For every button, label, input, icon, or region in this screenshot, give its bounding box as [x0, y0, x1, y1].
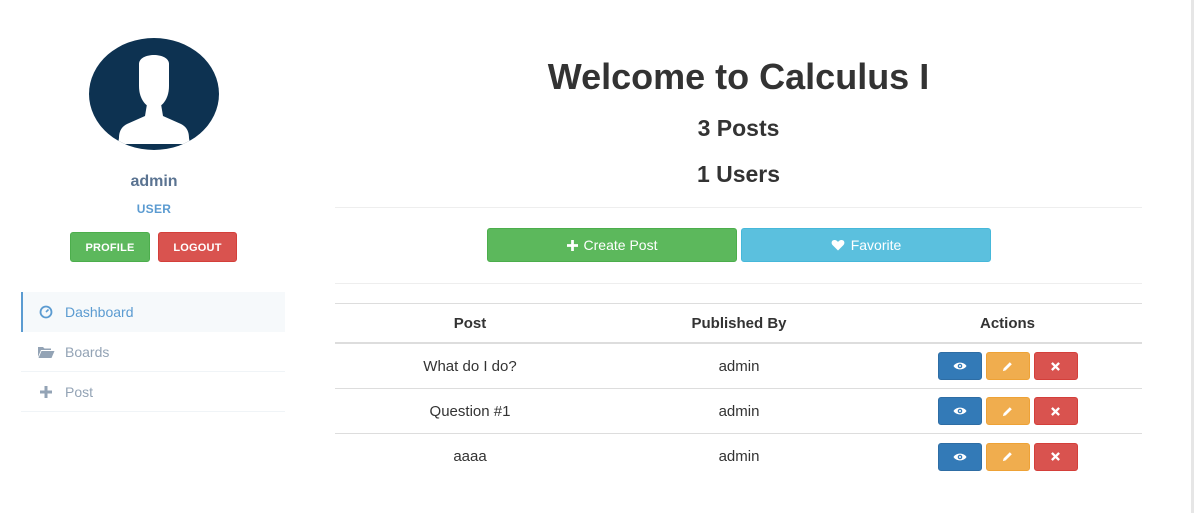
view-button[interactable] [937, 397, 982, 425]
post-title: Question #1 [429, 402, 511, 420]
edit-button[interactable] [985, 352, 1030, 380]
eye-icon [953, 453, 966, 460]
table-row: What do I do? admin [335, 344, 1142, 389]
divider [335, 283, 1142, 284]
row-actions [873, 344, 1142, 388]
create-post-button[interactable]: Create Post [487, 228, 737, 262]
post-title: aaaa [453, 448, 487, 465]
profile-role: USER [136, 202, 172, 216]
view-button[interactable] [937, 442, 982, 471]
edit-button[interactable] [985, 397, 1030, 425]
plus-icon [37, 384, 55, 400]
sidebar: admin USER PROFILE LOGOUT Dashboard Boar… [0, 0, 300, 513]
posts-table: Post Published By Actions What do I do? … [335, 303, 1142, 479]
favorite-label: Favorite [850, 237, 902, 253]
close-icon [1051, 361, 1060, 371]
eye-icon [953, 362, 966, 370]
close-icon [1051, 452, 1060, 461]
column-header-post: Post [453, 314, 487, 332]
edit-button[interactable] [985, 442, 1030, 471]
dashboard-icon [37, 304, 55, 320]
post-author: admin [718, 402, 760, 420]
users-count: 1 Users [696, 161, 781, 187]
table-row: Question #1 admin [335, 389, 1142, 434]
table-row: aaaa admin [335, 434, 1142, 479]
delete-button[interactable] [1033, 442, 1078, 471]
favorite-button[interactable]: Favorite [741, 228, 991, 262]
post-title: What do I do? [423, 357, 517, 375]
profile-button[interactable]: PROFILE [70, 232, 150, 262]
eye-icon [953, 407, 966, 415]
delete-button[interactable] [1033, 352, 1078, 380]
post-author: admin [718, 448, 760, 465]
logout-button[interactable]: LOGOUT [158, 232, 237, 262]
plus-icon [566, 239, 578, 251]
sidebar-item-label: Post [65, 383, 94, 400]
pencil-icon [1002, 406, 1012, 416]
table-header: Post Published By Actions [335, 304, 1142, 344]
delete-button[interactable] [1033, 397, 1078, 425]
column-header-published-by: Published By [691, 314, 787, 332]
sidebar-menu: Dashboard Boards Post [21, 292, 285, 412]
folder-open-icon [37, 344, 55, 360]
create-post-label: Create Post [583, 237, 658, 253]
sidebar-item-post[interactable]: Post [21, 372, 285, 412]
view-button[interactable] [937, 352, 982, 380]
sidebar-item-label: Boards [65, 343, 110, 360]
posts-count: 3 Posts [697, 115, 780, 141]
profile-name: admin [130, 173, 178, 190]
sidebar-item-boards[interactable]: Boards [21, 332, 285, 372]
page-title: Welcome to Calculus I [547, 56, 930, 97]
column-header-actions: Actions [979, 314, 1035, 332]
sidebar-item-label: Dashboard [65, 304, 134, 320]
avatar[interactable] [89, 38, 219, 150]
user-silhouette-icon [118, 55, 190, 144]
row-actions [873, 389, 1142, 433]
sidebar-item-dashboard[interactable]: Dashboard [21, 292, 285, 332]
heart-icon [831, 239, 845, 251]
divider [335, 207, 1142, 208]
row-actions [873, 434, 1142, 479]
close-icon [1051, 406, 1060, 416]
pencil-icon [1002, 452, 1012, 462]
pencil-icon [1002, 361, 1012, 371]
post-author: admin [718, 357, 760, 375]
